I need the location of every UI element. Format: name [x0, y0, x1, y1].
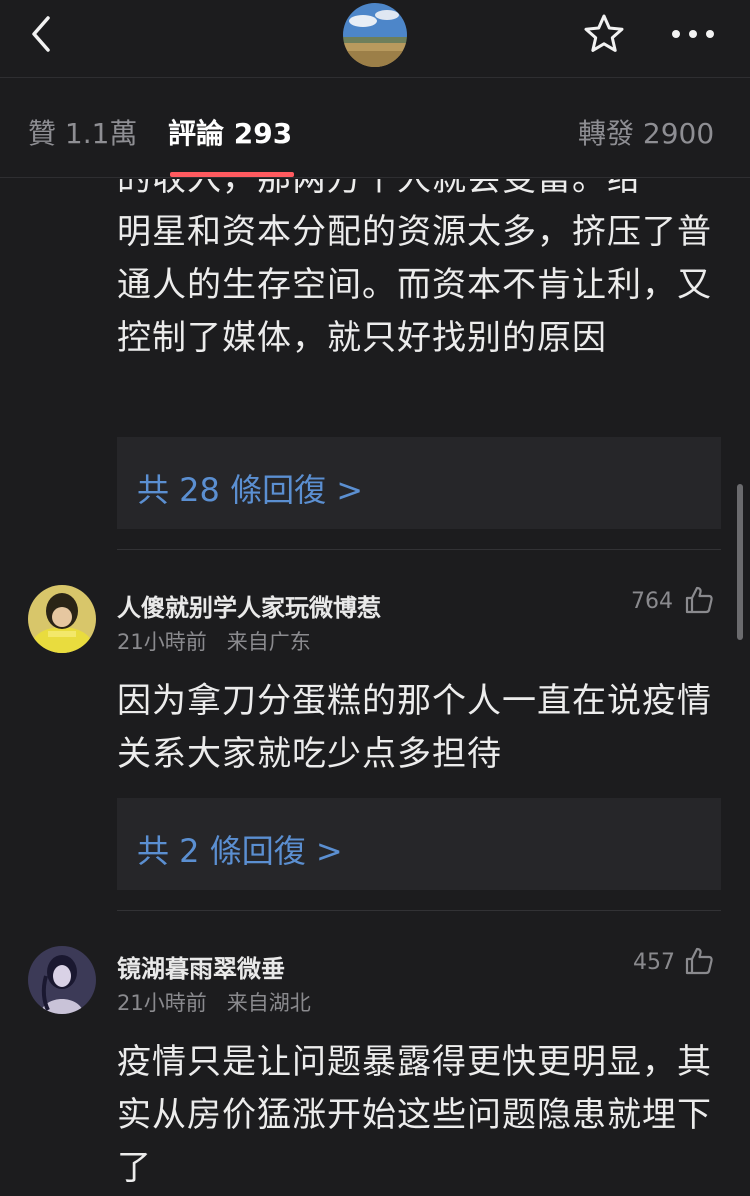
comment-list[interactable]: 的收入，那两万个人就会变富。给 明星和资本分配的资源太多，挤压了普通人的生存空间…: [0, 179, 750, 1196]
thumbs-up-icon[interactable]: [684, 946, 714, 976]
engagement-tabs: 贊 1.1萬 評論 293 轉發 2900: [0, 78, 750, 178]
tab-likes[interactable]: 贊 1.1萬: [28, 112, 137, 152]
comment-text: 因为拿刀分蛋糕的那个人一直在说疫情关系大家就吃少点多担待: [117, 681, 712, 774]
like-count: 764: [631, 589, 673, 614]
chevron-left-icon[interactable]: [22, 14, 62, 54]
avatar[interactable]: [28, 585, 96, 653]
username[interactable]: 镜湖暮雨翠微垂: [117, 949, 285, 984]
username[interactable]: 人傻就别学人家玩微博惹: [117, 588, 381, 623]
replies-box[interactable]: 共 28 條回復 >: [117, 437, 721, 529]
comment-text: 疫情只是让问题暴露得更快更明显，其实从房价猛涨开始这些问题隐患就埋下了: [117, 1042, 712, 1188]
top-nav-bar: [0, 0, 750, 78]
avatar[interactable]: [28, 946, 96, 1014]
thumbs-up-icon[interactable]: [684, 585, 714, 615]
comment-time: 21小時前: [117, 630, 207, 654]
more-horizontal-icon[interactable]: [668, 16, 718, 52]
replies-box[interactable]: 共 2 條回復 >: [117, 798, 721, 890]
comment-meta: 21小時前 来自广东: [117, 626, 331, 656]
active-tab-indicator: [170, 172, 294, 177]
comment-meta: 21小時前 来自湖北: [117, 987, 331, 1017]
view-replies-link[interactable]: 共 28 條回復 >: [137, 465, 363, 511]
comment-text-partial: 的收入，那两万个人就会变富。给: [117, 179, 642, 199]
tab-reposts[interactable]: 轉發 2900: [578, 112, 714, 152]
author-avatar[interactable]: [343, 3, 407, 67]
comment-location: 来自湖北: [226, 991, 311, 1015]
tab-comments[interactable]: 評論 293: [168, 112, 292, 152]
comment-text: 明星和资本分配的资源太多，挤压了普通人的生存空间。而资本不肯让利，又控制了媒体，…: [117, 212, 712, 358]
comment-divider: [117, 910, 721, 911]
scrollbar[interactable]: [737, 484, 743, 640]
comment-time: 21小時前: [117, 991, 207, 1015]
star-outline-icon[interactable]: [582, 12, 626, 56]
like-count: 457: [633, 950, 675, 975]
comment-location: 来自广东: [226, 630, 311, 654]
view-replies-link[interactable]: 共 2 條回復 >: [137, 826, 343, 872]
comment-divider: [117, 549, 721, 550]
